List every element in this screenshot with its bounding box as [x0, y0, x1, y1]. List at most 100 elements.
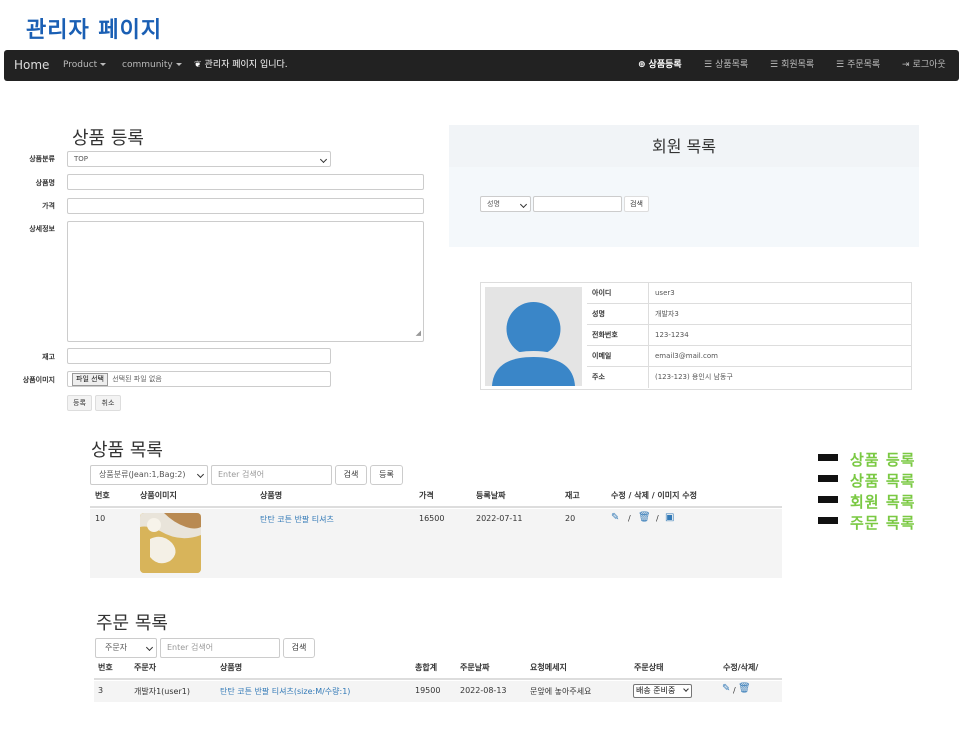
leaf-icon: ❦: [194, 60, 202, 70]
col-header: 주문날짜: [460, 663, 490, 672]
info-value: 123-1234: [655, 331, 689, 339]
product-name-input[interactable]: [67, 174, 424, 190]
user-silhouette-icon: [490, 302, 577, 386]
order-status-select[interactable]: 배송 준비중: [633, 684, 692, 698]
category-select-value: TOP: [74, 155, 89, 163]
edit-icon[interactable]: ✎: [722, 683, 730, 694]
file-select-button[interactable]: 파일 선택: [72, 373, 108, 386]
product-search-button[interactable]: 검색: [335, 465, 367, 485]
nav-community-dropdown[interactable]: community: [122, 50, 182, 81]
nav-product-list[interactable]: ☰ 상품목록: [704, 50, 748, 81]
col-header: 수정 / 삭제 / 이미지 수정: [611, 491, 698, 500]
trash-icon[interactable]: 🗑: [638, 512, 651, 523]
product-filter-select[interactable]: 상품분류(Jean:1,Bag:2): [90, 465, 208, 485]
nav-add-product-label: 상품등록: [648, 60, 682, 70]
col-header: 가격: [419, 491, 434, 500]
chevron-down-icon: [196, 470, 205, 479]
legend-bar: [818, 475, 838, 482]
cell-no: 3: [98, 686, 104, 695]
separator: /: [628, 514, 631, 523]
separator: /: [656, 514, 659, 523]
legend-bar: [818, 454, 838, 461]
order-filter-select[interactable]: 주문자: [95, 638, 157, 658]
info-row-address: 주소 (123-123) 용인시 남동구: [587, 367, 912, 388]
info-value: email3@mail.com: [655, 352, 718, 360]
member-search-select[interactable]: 성명: [480, 196, 531, 212]
cell-stock: 20: [565, 514, 576, 523]
info-value: 개발자3: [655, 310, 679, 318]
nav-logout[interactable]: ⇥ 로그아웃: [902, 50, 946, 81]
price-input[interactable]: [67, 198, 424, 214]
trash-icon[interactable]: 🗑: [738, 683, 751, 694]
product-search-input[interactable]: Enter 검색어: [211, 465, 332, 485]
order-search-placeholder: Enter 검색어: [167, 643, 214, 652]
logout-icon: ⇥: [902, 60, 910, 70]
chevron-down-icon: [519, 200, 528, 209]
table-row: 3 개발자1(user1) 탄탄 코튼 반팔 티셔츠(size:M/수량:1) …: [94, 681, 782, 702]
caret-down-icon: [100, 63, 107, 66]
legend-bar: [818, 517, 838, 524]
list-icon: ☰: [704, 60, 713, 70]
member-panel: 회원 목록 성명 검색: [449, 125, 919, 247]
order-table-header: [94, 659, 782, 680]
legend-text: 주문 목록: [850, 514, 916, 532]
product-search-placeholder: Enter 검색어: [218, 470, 265, 479]
chevron-down-icon: [319, 155, 328, 164]
category-select[interactable]: TOP: [67, 151, 331, 167]
cell-total: 19500: [415, 686, 441, 695]
member-search-button[interactable]: 검색: [624, 196, 649, 212]
edit-icon[interactable]: ✎: [611, 512, 619, 523]
nav-product-dropdown[interactable]: Product: [63, 50, 107, 81]
nav-member-list-label: 회원목록: [781, 60, 815, 70]
nav-member-list[interactable]: ☰ 회원목록: [770, 50, 814, 81]
nav-order-list-label: 주문목록: [847, 60, 881, 70]
submit-button[interactable]: 등록: [67, 395, 92, 411]
col-header: 재고: [565, 491, 580, 500]
info-key: 아이디: [587, 283, 649, 304]
order-filter-select-value: 주문자: [105, 643, 128, 652]
cancel-button[interactable]: 취소: [95, 395, 121, 411]
info-row-id: 아이디 user3: [587, 283, 912, 304]
nav-notice: ❦ 관리자 페이지 입니다.: [194, 50, 288, 81]
cell-price: 16500: [419, 514, 445, 523]
info-value[interactable]: user3: [655, 283, 675, 304]
table-row: 10 탄탄 코튼 반팔 티셔츠 16500 2022-07-11 20 ✎ / …: [90, 509, 782, 578]
nav-notice-label: 관리자 페이지 입니다.: [204, 60, 288, 70]
col-header: 주문상태: [634, 663, 664, 672]
nav-home-link[interactable]: Home: [14, 50, 49, 81]
detail-textarea[interactable]: ◢: [67, 221, 424, 342]
member-search-input[interactable]: [533, 196, 622, 212]
nav-add-product[interactable]: ⊕ 상품등록: [638, 50, 682, 81]
label-price: 가격: [42, 202, 55, 210]
member-panel-title: 회원 목록: [652, 137, 716, 156]
order-search-input[interactable]: Enter 검색어: [160, 638, 280, 658]
info-key: 이메일: [587, 346, 649, 367]
info-key: 전화번호: [587, 325, 649, 346]
resize-handle-icon[interactable]: ◢: [416, 326, 421, 340]
info-key: 주소: [587, 367, 649, 388]
navbar: Home Product community ❦ 관리자 페이지 입니다. ⊕ 상품…: [4, 50, 959, 81]
product-form-title: 상품 등록: [72, 128, 144, 149]
info-row-phone: 전화번호 123-1234: [587, 325, 912, 346]
order-search-button[interactable]: 검색: [283, 638, 315, 658]
image-file-input[interactable]: 파일 선택 선택된 파일 없음: [67, 371, 331, 387]
col-header: 총합계: [415, 663, 438, 672]
member-info-table: 아이디 user3 성명 개발자3 전화번호 123-1234 이메일 email3@m…: [480, 282, 912, 390]
separator: /: [733, 686, 736, 695]
file-status: 선택된 파일 없음: [112, 375, 162, 383]
order-product-link[interactable]: 탄탄 코튼 반팔 티셔츠(size:M/수량:1): [220, 686, 350, 697]
page-title: 관리자 페이지: [26, 18, 163, 43]
col-header: 상품이미지: [140, 491, 177, 500]
order-list-title: 주문 목록: [96, 613, 168, 634]
product-name-link[interactable]: 탄탄 코튼 반팔 티셔츠: [260, 514, 334, 525]
member-search-select-value: 성명: [487, 200, 500, 208]
nav-order-list[interactable]: ☰ 주문목록: [836, 50, 880, 81]
nav-product-label: Product: [63, 60, 98, 70]
stock-input[interactable]: [67, 348, 331, 364]
product-add-button[interactable]: 등록: [370, 465, 403, 485]
info-row-name: 성명 개발자3: [587, 304, 912, 325]
product-filter-select-value: 상품분류(Jean:1,Bag:2): [99, 470, 186, 479]
image-edit-icon[interactable]: ▣: [665, 512, 674, 523]
cell-no: 10: [95, 514, 106, 523]
cell-orderer: 개발자1(user1): [134, 687, 190, 696]
